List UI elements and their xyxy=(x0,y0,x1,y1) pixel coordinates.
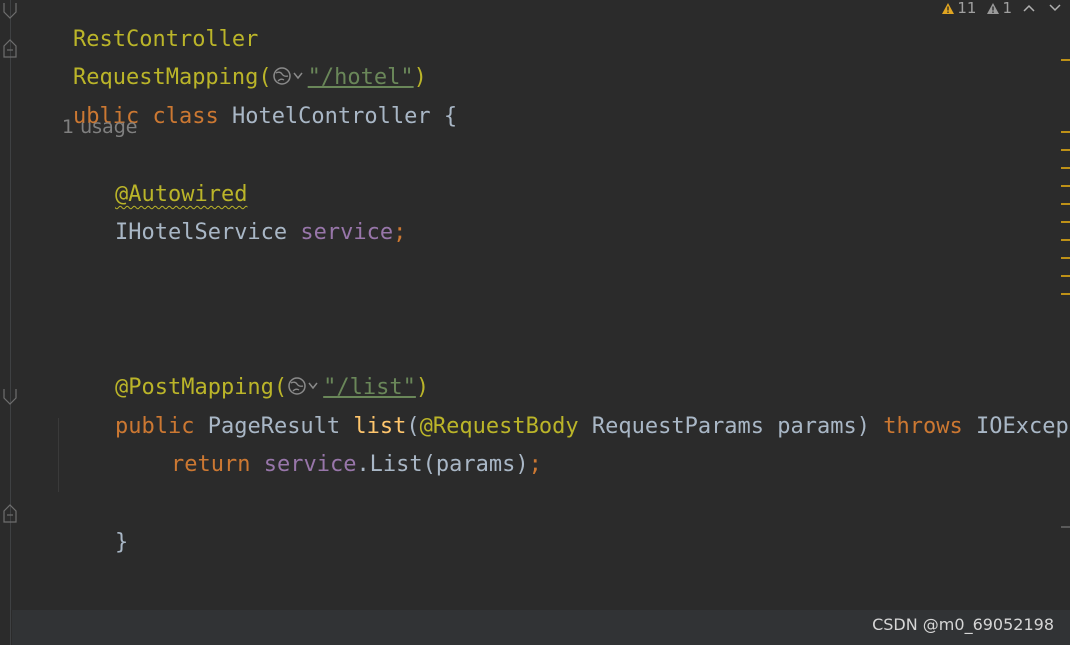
warning-stripe-marker[interactable] xyxy=(1061,167,1070,169)
code-line-service-field[interactable]: IHotelService service; xyxy=(62,188,406,245)
weak-warnings-indicator[interactable]: 1 xyxy=(986,0,1012,17)
warning-stripe-marker[interactable] xyxy=(1061,131,1070,133)
code-line-method-close[interactable]: } xyxy=(62,498,128,555)
fold-end-icon[interactable] xyxy=(2,2,18,22)
method-param-type: RequestParams xyxy=(591,414,765,439)
return-call: .List(params) xyxy=(356,452,529,477)
warning-stripe-marker[interactable] xyxy=(1061,293,1070,295)
weak-warning-icon xyxy=(987,2,1000,14)
warning-stripe-marker[interactable] xyxy=(1061,203,1070,205)
down-chevron-icon[interactable] xyxy=(1048,3,1062,13)
warning-stripe-marker[interactable] xyxy=(1061,257,1070,259)
code-line-rest-controller[interactable]: RestController xyxy=(20,0,258,52)
service-semicolon: ; xyxy=(393,220,407,245)
warning-stripe-marker[interactable] xyxy=(1061,185,1070,187)
method-close-brace: } xyxy=(114,530,129,555)
warning-stripe-marker[interactable] xyxy=(1061,275,1070,277)
code-editor[interactable]: RestController RequestMapping("/hotel") … xyxy=(0,0,1070,645)
code-line-class-declaration[interactable]: ublic class HotelController { xyxy=(20,72,457,129)
return-semicolon: ; xyxy=(528,452,542,477)
return-target: service xyxy=(263,452,357,477)
info-stripe-marker[interactable] xyxy=(1061,526,1070,528)
warnings-indicator[interactable]: 11 xyxy=(941,0,976,17)
code-line-method-signature[interactable]: public PageResult list(@RequestBody Requ… xyxy=(62,382,1069,439)
warnings-count: 11 xyxy=(957,0,977,17)
fold-end-icon[interactable] xyxy=(2,388,18,408)
indent-guide xyxy=(58,418,59,492)
class-name: HotelController xyxy=(231,104,431,129)
usage-hint[interactable]: 1 usage xyxy=(62,112,137,142)
method-paren-close: ) xyxy=(856,414,871,439)
fold-start-icon[interactable] xyxy=(2,503,18,523)
code-line-return[interactable]: return service.List(params); xyxy=(118,420,542,477)
warning-icon xyxy=(942,2,955,14)
keyword-throws: throws xyxy=(883,414,963,439)
inspection-widget[interactable]: 11 1 xyxy=(941,0,1062,17)
service-type: IHotelService xyxy=(114,220,288,245)
service-field-name: service xyxy=(300,220,394,245)
code-line-request-mapping[interactable]: RequestMapping("/hotel") xyxy=(20,33,427,90)
method-exception: IOExcep xyxy=(976,414,1069,439)
warning-stripe-marker[interactable] xyxy=(1061,239,1070,241)
fold-start-icon[interactable] xyxy=(2,38,18,58)
warning-stripe-marker[interactable] xyxy=(1061,59,1070,61)
code-line-autowired[interactable]: @Autowired xyxy=(62,150,247,207)
method-param-name: params xyxy=(777,414,857,439)
code-line-post-mapping[interactable]: @PostMapping("/list") xyxy=(62,343,429,400)
gutter-divider xyxy=(10,0,11,645)
warning-stripe-marker[interactable] xyxy=(1061,221,1070,223)
watermark: CSDN @m0_69052198 xyxy=(872,615,1054,634)
warning-stripe-marker[interactable] xyxy=(1061,149,1070,151)
weak-warnings-count: 1 xyxy=(1002,0,1012,17)
keyword-class: class xyxy=(152,104,219,129)
keyword-return: return xyxy=(170,452,251,477)
up-chevron-icon[interactable] xyxy=(1022,3,1036,13)
class-open-brace: { xyxy=(443,104,458,129)
